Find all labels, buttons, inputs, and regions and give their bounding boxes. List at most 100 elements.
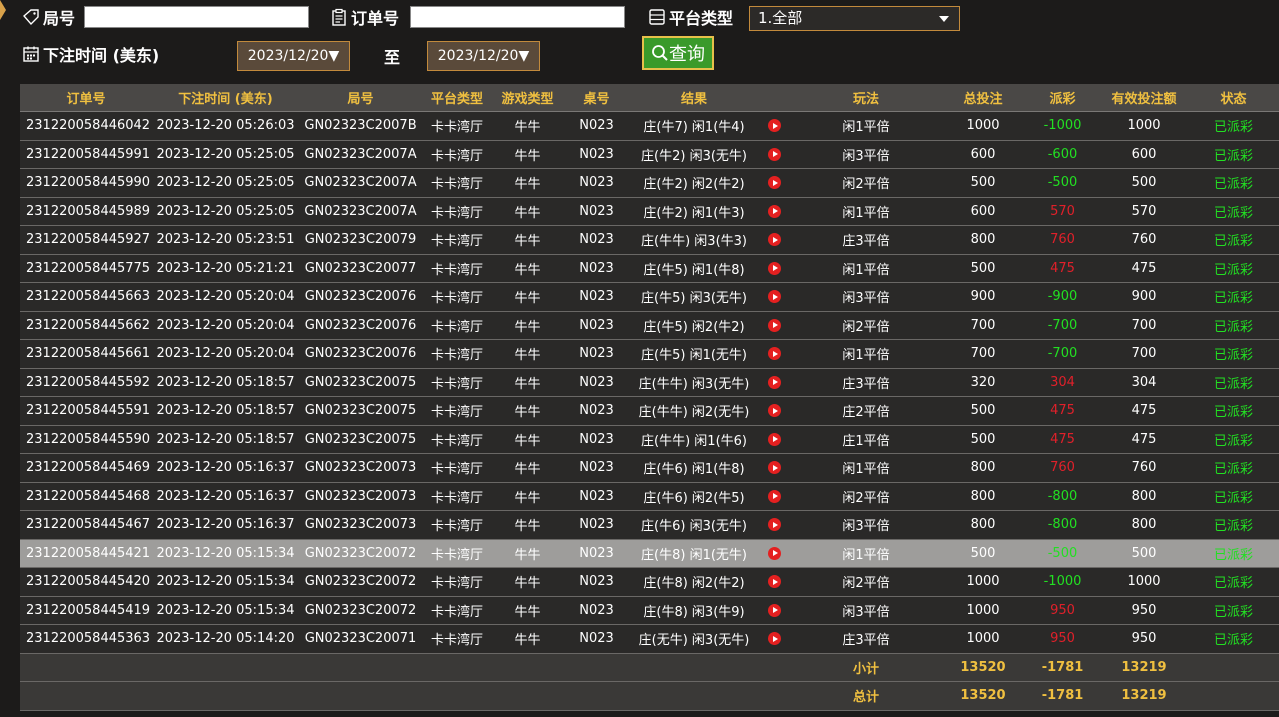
cell-replay[interactable]	[758, 168, 791, 198]
table-row[interactable]: 231220058445991 2023-12-20 05:25:05 GN0232…	[20, 140, 1279, 169]
cell-payout: -600	[1025, 140, 1100, 169]
table-row[interactable]: 231220058445590 2023-12-20 05:18:57 GN0232…	[20, 425, 1279, 454]
cell-replay[interactable]	[758, 282, 791, 312]
table-row[interactable]: 231220058445421 2023-12-20 05:15:34 GN0232…	[20, 539, 1279, 568]
date-to-picker[interactable]: 2023/12/20▼	[427, 41, 540, 71]
play-video-icon[interactable]	[768, 290, 781, 304]
platform-select-value: 1.全部	[758, 9, 803, 27]
table-row[interactable]: 231220058445592 2023-12-20 05:18:57 GN0232…	[20, 368, 1279, 397]
play-video-icon[interactable]	[768, 546, 781, 560]
cell-replay[interactable]	[758, 425, 791, 454]
order-no-input[interactable]	[410, 6, 625, 28]
cell-table-no: N023	[563, 596, 630, 625]
play-video-icon[interactable]	[768, 575, 781, 589]
cell-replay[interactable]	[758, 396, 791, 426]
cell-replay[interactable]	[758, 225, 791, 255]
cell-order-no: 231220058445421	[20, 539, 152, 568]
cell-play-type: 庄2平倍	[791, 396, 941, 426]
round-no-input[interactable]	[84, 6, 309, 28]
cell-bet-time: 2023-12-20 05:15:34	[152, 567, 299, 597]
cell-replay[interactable]	[758, 539, 791, 568]
subtotal-spacer	[20, 653, 791, 682]
table-row[interactable]: 231220058445419 2023-12-20 05:15:34 GN0232…	[20, 596, 1279, 625]
cell-replay[interactable]	[758, 482, 791, 511]
play-video-icon[interactable]	[768, 347, 781, 361]
cell-round-no: GN02323C20072	[299, 539, 422, 568]
cell-table-no: N023	[563, 624, 630, 654]
table-row[interactable]: 231220058445661 2023-12-20 05:20:04 GN0232…	[20, 339, 1279, 369]
play-video-icon[interactable]	[768, 489, 781, 503]
column-header: 玩法	[791, 84, 941, 112]
cell-play-type: 闲2平倍	[791, 567, 941, 597]
cell-replay[interactable]	[758, 254, 791, 283]
cell-order-no: 231220058445662	[20, 311, 152, 340]
table-row[interactable]: 231220058445989 2023-12-20 05:25:05 GN0232…	[20, 197, 1279, 226]
cell-replay[interactable]	[758, 510, 791, 540]
table-row[interactable]: 231220058445467 2023-12-20 05:16:37 GN0232…	[20, 510, 1279, 540]
play-video-icon[interactable]	[768, 119, 781, 133]
date-from-picker[interactable]: 2023/12/20▼	[237, 41, 350, 71]
play-video-icon[interactable]	[768, 176, 781, 190]
play-video-icon[interactable]	[768, 233, 781, 247]
play-video-icon[interactable]	[768, 632, 781, 646]
total-total-bet: 13520	[941, 681, 1025, 711]
cell-replay[interactable]	[758, 140, 791, 169]
column-header: 有效投注额	[1100, 84, 1188, 112]
table-row[interactable]: 231220058446042 2023-12-20 05:26:03 GN0232…	[20, 111, 1279, 141]
play-video-icon[interactable]	[768, 432, 781, 446]
round-no-label: 局号	[43, 9, 76, 28]
table-row[interactable]: 231220058445591 2023-12-20 05:18:57 GN0232…	[20, 396, 1279, 426]
cell-game-type: 牛牛	[492, 168, 563, 198]
cell-total-bet: 900	[941, 282, 1025, 312]
column-header: 桌号	[563, 84, 630, 112]
cell-replay[interactable]	[758, 368, 791, 397]
table-row[interactable]: 231220058445469 2023-12-20 05:16:37 GN0232…	[20, 453, 1279, 483]
play-video-icon[interactable]	[768, 518, 781, 532]
filter-bar: 局号 订单号 平台类型 1.全部 下注时间 (美东) 2023/12/20▼ 至…	[0, 0, 1279, 80]
cell-bet-time: 2023-12-20 05:21:21	[152, 254, 299, 283]
cell-valid-bet: 700	[1100, 339, 1188, 369]
table-row[interactable]: 231220058445468 2023-12-20 05:16:37 GN0232…	[20, 482, 1279, 511]
cell-valid-bet: 475	[1100, 425, 1188, 454]
cell-replay[interactable]	[758, 311, 791, 340]
cell-replay[interactable]	[758, 624, 791, 654]
cell-replay[interactable]	[758, 197, 791, 226]
play-video-icon[interactable]	[768, 461, 781, 475]
table-row[interactable]: 231220058445927 2023-12-20 05:23:51 GN0232…	[20, 225, 1279, 255]
cell-replay[interactable]	[758, 567, 791, 597]
table-row[interactable]: 231220058445663 2023-12-20 05:20:04 GN0232…	[20, 282, 1279, 312]
play-video-icon[interactable]	[768, 603, 781, 617]
cell-round-no: GN02323C20077	[299, 254, 422, 283]
table-row[interactable]: 231220058445662 2023-12-20 05:20:04 GN0232…	[20, 311, 1279, 340]
play-video-icon[interactable]	[768, 404, 781, 418]
table-row[interactable]: 231220058445363 2023-12-20 05:14:20 GN0232…	[20, 624, 1279, 654]
table-row[interactable]: 231220058445420 2023-12-20 05:15:34 GN0232…	[20, 567, 1279, 597]
cell-replay[interactable]	[758, 453, 791, 483]
platform-select[interactable]: 1.全部	[749, 6, 960, 31]
cell-bet-time: 2023-12-20 05:15:34	[152, 539, 299, 568]
play-video-icon[interactable]	[768, 261, 781, 275]
cell-order-no: 231220058445420	[20, 567, 152, 597]
to-label-text: 至	[384, 48, 401, 67]
play-video-icon[interactable]	[768, 375, 781, 389]
cell-order-no: 231220058446042	[20, 111, 152, 141]
table-row[interactable]: 231220058445775 2023-12-20 05:21:21 GN0232…	[20, 254, 1279, 283]
cell-round-no: GN02323C2007A	[299, 168, 422, 198]
cell-round-no: GN02323C2007B	[299, 111, 422, 141]
play-video-icon[interactable]	[768, 318, 781, 332]
cell-replay[interactable]	[758, 596, 791, 625]
query-button[interactable]: 查询	[642, 36, 714, 70]
table-row[interactable]: 231220058445990 2023-12-20 05:25:05 GN0232…	[20, 168, 1279, 198]
cell-order-no: 231220058445590	[20, 425, 152, 454]
cell-replay[interactable]	[758, 111, 791, 141]
cell-round-no: GN02323C20072	[299, 596, 422, 625]
cell-result: 庄(牛5) 闲3(无牛)	[630, 282, 758, 312]
tag-icon	[23, 9, 39, 26]
cell-platform: 卡卡湾厅	[422, 225, 492, 255]
cell-replay[interactable]	[758, 339, 791, 369]
cell-valid-bet: 600	[1100, 140, 1188, 169]
cell-result: 庄(牛2) 闲3(无牛)	[630, 140, 758, 169]
play-video-icon[interactable]	[768, 204, 781, 218]
cell-result: 庄(牛6) 闲2(牛5)	[630, 482, 758, 511]
play-video-icon[interactable]	[768, 147, 781, 161]
